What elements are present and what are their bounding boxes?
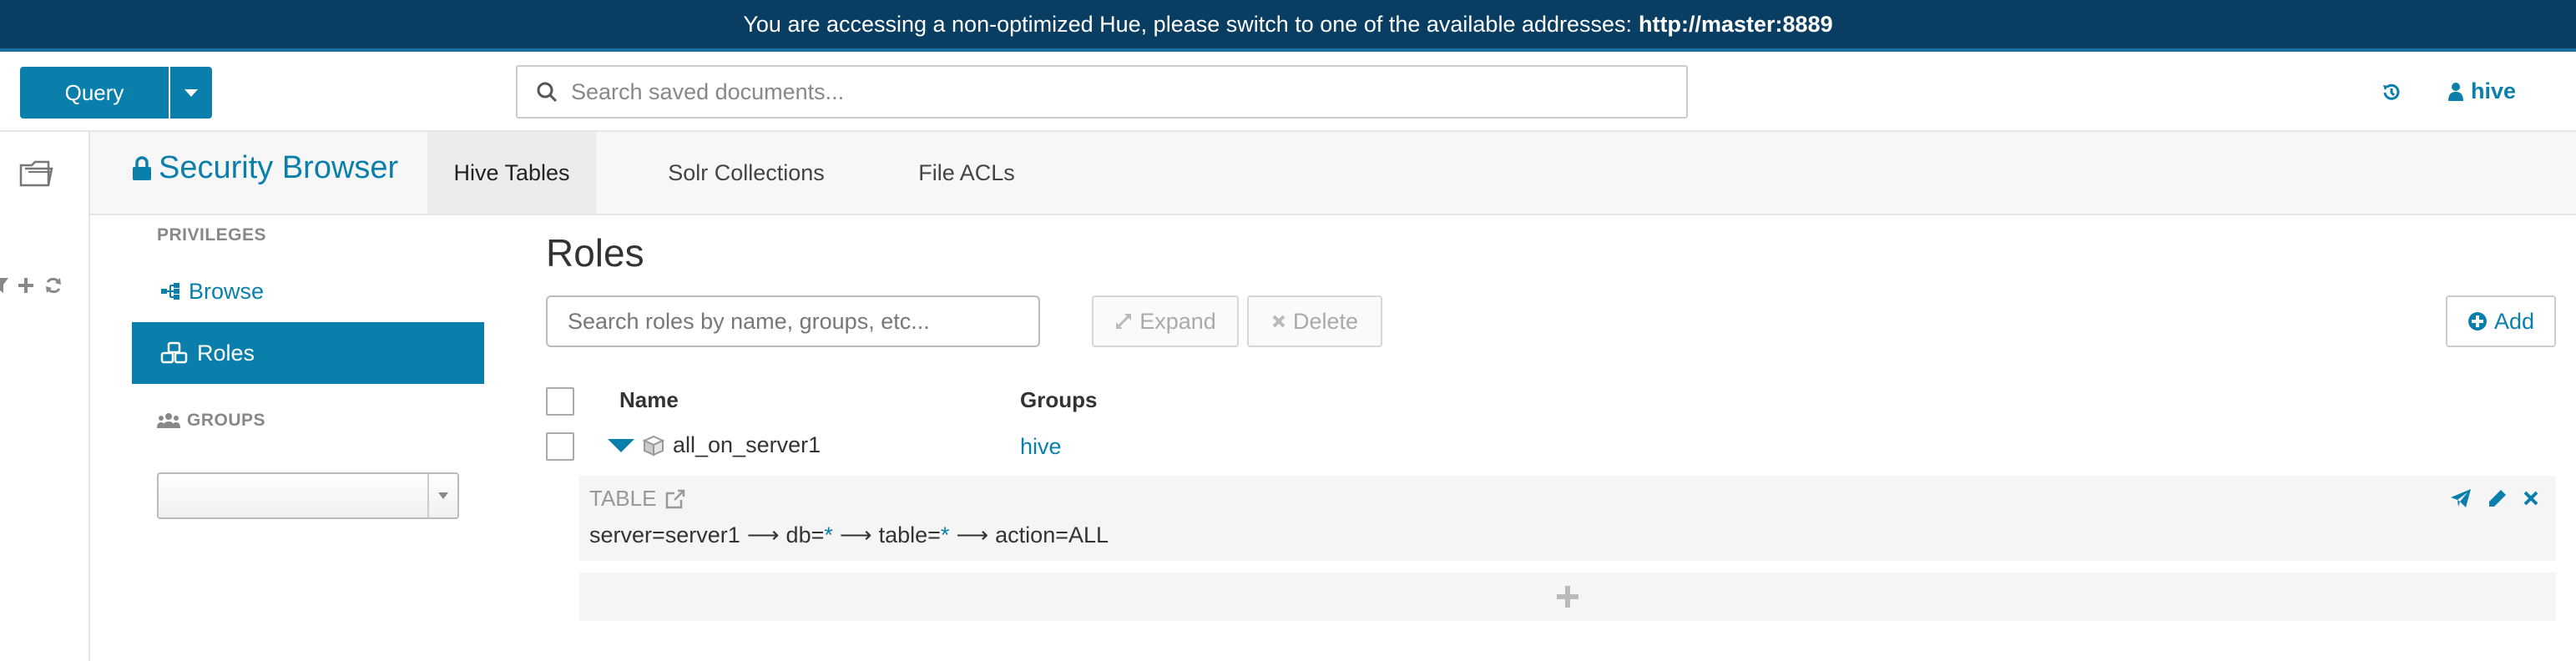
left-assist-panel bbox=[0, 132, 90, 661]
chevron-down-icon bbox=[438, 492, 448, 499]
privilege-action: action=ALL bbox=[995, 522, 1109, 547]
arrow-right-icon: ⟶ bbox=[839, 522, 872, 547]
query-button[interactable]: Query bbox=[20, 67, 169, 119]
cube-icon bbox=[643, 435, 664, 457]
page-title: Roles bbox=[546, 231, 644, 275]
roles-search-input[interactable] bbox=[546, 295, 1040, 347]
groups-heading: GROUPS bbox=[157, 411, 265, 431]
tab-hive-tables[interactable]: Hive Tables bbox=[427, 132, 596, 214]
close-icon bbox=[1272, 315, 1285, 328]
users-icon bbox=[157, 413, 180, 428]
delete-button[interactable]: Delete bbox=[1247, 295, 1382, 347]
sidebar-item-roles[interactable]: Roles bbox=[132, 322, 484, 384]
close-icon[interactable] bbox=[2523, 490, 2539, 507]
privilege-server: server=server1 bbox=[589, 522, 740, 547]
plus-circle-icon bbox=[2467, 312, 2487, 330]
external-link-icon[interactable] bbox=[664, 488, 686, 510]
sidebar-item-browse-label: Browse bbox=[189, 278, 265, 304]
privilege-actions bbox=[2449, 487, 2539, 509]
history-icon[interactable] bbox=[2381, 82, 2402, 103]
privilege-table-key: table= bbox=[878, 522, 941, 547]
folder-icon[interactable] bbox=[18, 157, 57, 190]
sidebar-item-browse[interactable]: Browse bbox=[132, 260, 484, 322]
privilege-table-value: * bbox=[940, 522, 950, 547]
column-header-name[interactable]: Name bbox=[619, 387, 679, 413]
refresh-icon[interactable] bbox=[43, 275, 63, 295]
role-name: all_on_server1 bbox=[673, 432, 821, 457]
column-header-groups[interactable]: Groups bbox=[1020, 387, 1097, 413]
app-header: Security Browser Hive Tables Solr Collec… bbox=[90, 132, 2576, 215]
tab-solr-collections[interactable]: Solr Collections bbox=[628, 132, 865, 214]
query-dropdown-toggle[interactable] bbox=[170, 67, 212, 119]
lock-icon bbox=[133, 155, 151, 180]
user-icon bbox=[2448, 82, 2463, 101]
user-menu[interactable]: hive bbox=[2447, 78, 2516, 104]
privilege-db-key: db= bbox=[785, 522, 825, 547]
tab-file-acls[interactable]: File ACLs bbox=[865, 132, 1068, 214]
groups-select[interactable] bbox=[157, 472, 459, 519]
privilege-type-label: TABLE bbox=[589, 486, 657, 511]
non-optimized-banner: You are accessing a non-optimized Hue, p… bbox=[0, 0, 2576, 52]
expand-row-icon[interactable] bbox=[608, 438, 634, 452]
sidebar-item-roles-label: Roles bbox=[197, 340, 255, 366]
groups-heading-text: GROUPS bbox=[187, 411, 266, 430]
arrow-right-icon: ⟶ bbox=[956, 522, 989, 547]
privilege-panel: TABLE server=server1 ⟶ db=* ⟶ table=* ⟶ … bbox=[579, 476, 2556, 561]
document-search-input[interactable] bbox=[571, 78, 1656, 105]
role-group-link[interactable]: hive bbox=[1020, 434, 1062, 460]
pencil-icon[interactable] bbox=[2488, 488, 2508, 508]
search-icon bbox=[537, 82, 558, 103]
privilege-db: db=* bbox=[786, 522, 833, 548]
document-search[interactable] bbox=[516, 65, 1688, 119]
banner-message: You are accessing a non-optimized Hue, p… bbox=[743, 11, 1633, 37]
privileges-heading: PRIVILEGES bbox=[157, 225, 266, 245]
privilege-type: TABLE bbox=[589, 486, 686, 512]
table-row: all_on_server1 bbox=[608, 432, 821, 458]
chevron-down-icon bbox=[184, 88, 198, 97]
add-role-button[interactable]: Add bbox=[2446, 295, 2556, 347]
send-icon[interactable] bbox=[2449, 487, 2472, 509]
arrow-right-icon: ⟶ bbox=[746, 522, 780, 547]
select-all-checkbox[interactable] bbox=[546, 387, 574, 416]
expand-icon bbox=[1116, 313, 1132, 330]
groups-select-toggle[interactable] bbox=[427, 474, 457, 517]
add-privilege-row[interactable] bbox=[579, 573, 2556, 621]
add-label: Add bbox=[2493, 308, 2535, 334]
cubes-icon bbox=[160, 341, 188, 364]
user-name: hive bbox=[2471, 78, 2517, 103]
top-bar: Query hive bbox=[0, 52, 2576, 132]
privilege-path: server=server1 ⟶ db=* ⟶ table=* ⟶ action… bbox=[589, 522, 1109, 548]
app-title-text: Security Browser bbox=[159, 150, 399, 185]
row-checkbox[interactable] bbox=[546, 432, 574, 461]
expand-label: Expand bbox=[1139, 308, 1216, 334]
privilege-table: table=* bbox=[879, 522, 950, 548]
filter-icon[interactable] bbox=[0, 276, 8, 295]
assist-toolbar bbox=[0, 275, 63, 295]
plus-icon[interactable] bbox=[17, 276, 35, 295]
expand-button[interactable]: Expand bbox=[1092, 295, 1239, 347]
sitemap-icon bbox=[161, 283, 179, 300]
banner-address[interactable]: http://master:8889 bbox=[1639, 12, 1833, 38]
plus-icon bbox=[1557, 586, 1578, 608]
privileges-heading-text: PRIVILEGES bbox=[157, 225, 267, 245]
privilege-db-value: * bbox=[824, 522, 833, 547]
app-title: Security Browser bbox=[132, 150, 398, 186]
delete-label: Delete bbox=[1292, 308, 1359, 334]
